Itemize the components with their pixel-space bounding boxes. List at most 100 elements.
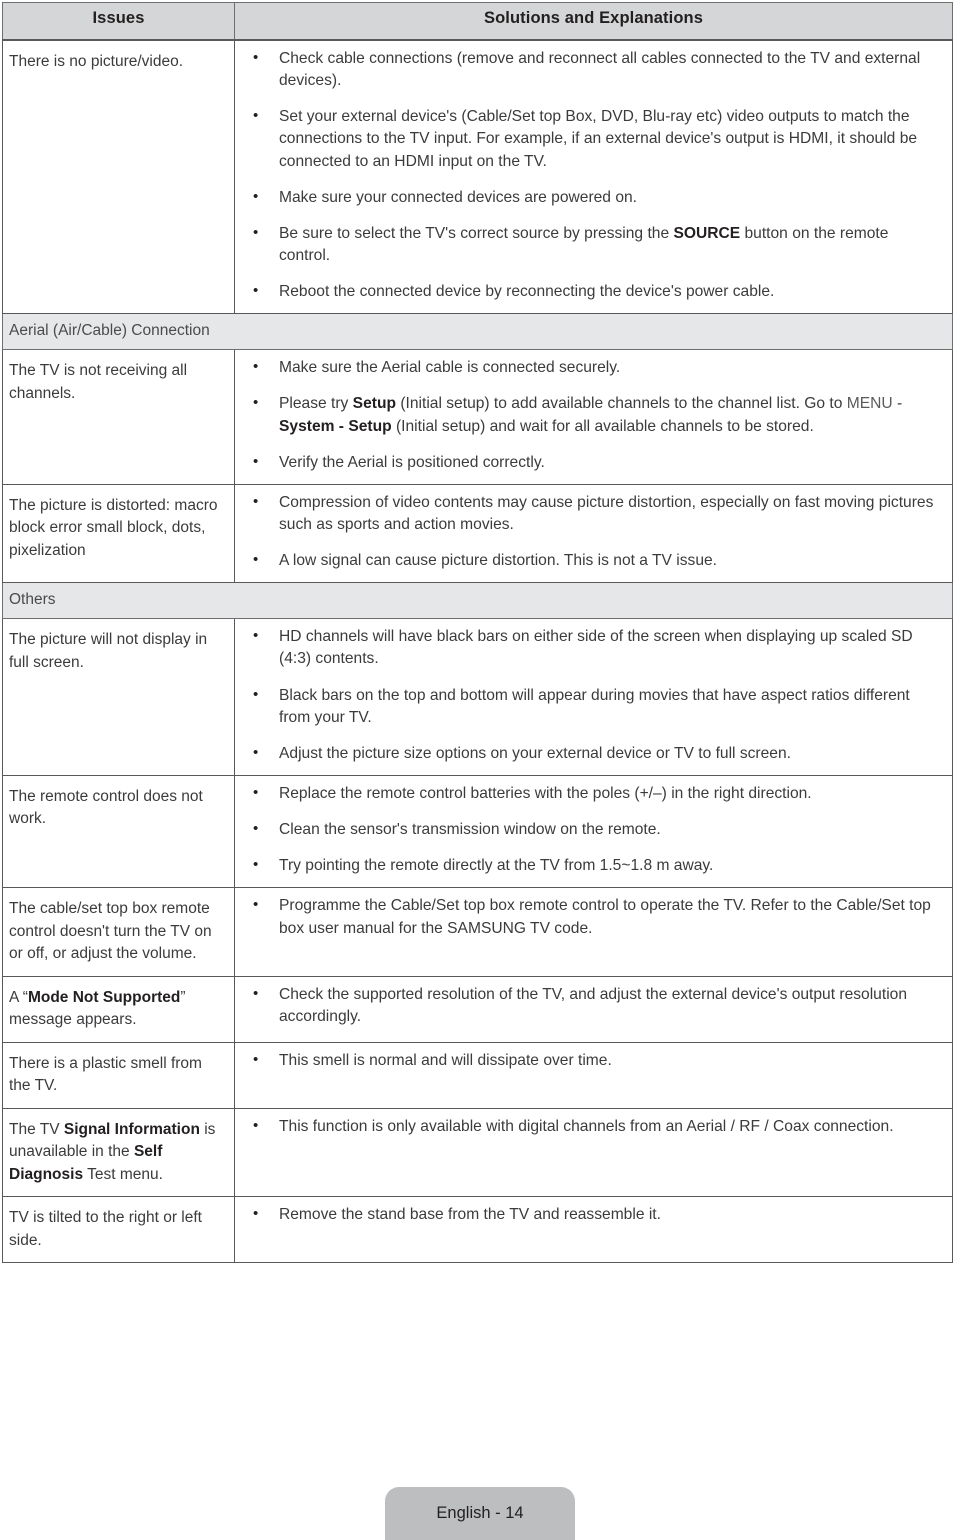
issue-text: The TV is not receiving all channels. bbox=[9, 360, 224, 405]
section-header-label: Others bbox=[2, 582, 953, 620]
solution-bullet: This smell is normal and will dissipate … bbox=[243, 1049, 940, 1072]
solution-emphasis: Setup bbox=[352, 395, 396, 413]
issue-cell: The picture is distorted: macro block er… bbox=[2, 483, 235, 584]
solution-bullet: Set your external device's (Cable/Set to… bbox=[243, 105, 940, 172]
troubleshooting-table: Issues Solutions and Explanations There is… bbox=[2, 2, 953, 1263]
issue-fragment: The cable/set top box remote control doe… bbox=[9, 900, 212, 963]
solutions-cell: This smell is normal and will dissipate … bbox=[234, 1041, 953, 1109]
solution-fragment: - bbox=[892, 395, 903, 413]
issue-fragment: The remote control does not work. bbox=[9, 787, 203, 828]
issue-cell: The TV Signal Information is unavailable… bbox=[2, 1107, 235, 1198]
table-row: A “Mode Not Supported” message appears. C… bbox=[2, 975, 953, 1043]
issue-fragment: There is a plastic smell from the TV. bbox=[9, 1054, 202, 1095]
solutions-cell: HD channels will have black bars on eith… bbox=[234, 618, 953, 776]
issue-fragment: The picture will not display in full scr… bbox=[9, 631, 208, 671]
issue-text: There is no picture/video. bbox=[9, 51, 224, 73]
solution-bullet: Programme the Cable/Set top box remote c… bbox=[243, 894, 940, 939]
issue-cell: The cable/set top box remote control doe… bbox=[2, 887, 235, 977]
table-row: There is a plastic smell from the TV. Thi… bbox=[2, 1041, 953, 1109]
issue-text: The remote control does not work. bbox=[9, 786, 224, 831]
table-row: The remote control does not work. Replace… bbox=[2, 774, 953, 889]
issue-text: The TV Signal Information is unavailable… bbox=[9, 1119, 224, 1186]
issue-fragment: The TV is not receiving all channels. bbox=[9, 362, 188, 402]
issue-cell: The picture will not display in full scr… bbox=[2, 618, 235, 776]
solution-bullet: Adjust the picture size options on your … bbox=[243, 742, 940, 765]
issue-cell: The remote control does not work. bbox=[2, 774, 235, 889]
issue-fragment: There is no picture/video. bbox=[9, 53, 184, 70]
table-body: Issues Solutions and Explanations There is… bbox=[2, 2, 953, 1263]
table-row: TV is tilted to the right or left side. R… bbox=[2, 1196, 953, 1263]
solution-fragment: Be sure to select the TV's correct sourc… bbox=[279, 224, 674, 242]
solution-fragment: Remove the stand base from the TV and re… bbox=[279, 1206, 661, 1224]
solution-bullet: Be sure to select the TV's correct sourc… bbox=[243, 222, 940, 267]
solution-fragment: Make sure your connected devices are pow… bbox=[279, 188, 637, 206]
solution-fragment: Make sure the Aerial cable is connected … bbox=[279, 359, 621, 377]
solution-fragment: (Initial setup) to add available channel… bbox=[396, 395, 847, 413]
solution-emphasis: System - Setup bbox=[279, 417, 392, 435]
solution-fragment: A low signal can cause picture distortio… bbox=[279, 552, 718, 570]
table-row: The picture will not display in full scr… bbox=[2, 618, 953, 776]
solutions-list: Check cable connections (remove and reco… bbox=[243, 47, 940, 303]
solution-bullet: Compression of video contents may cause … bbox=[243, 491, 940, 536]
section-header-row: Others bbox=[2, 582, 953, 620]
solutions-list: This smell is normal and will dissipate … bbox=[243, 1049, 940, 1072]
issue-text: There is a plastic smell from the TV. bbox=[9, 1053, 224, 1098]
column-header-issues: Issues bbox=[2, 2, 235, 41]
solution-fragment: Reboot the connected device by reconnect… bbox=[279, 283, 775, 301]
issue-text: The picture is distorted: macro block er… bbox=[9, 495, 224, 562]
document-page: Issues Solutions and Explanations There is… bbox=[0, 0, 960, 1540]
solutions-list: Programme the Cable/Set top box remote c… bbox=[243, 894, 940, 939]
solution-bullet: Replace the remote control batteries wit… bbox=[243, 782, 940, 805]
solution-fragment: Replace the remote control batteries wit… bbox=[279, 784, 812, 802]
solutions-list: Check the supported resolution of the TV… bbox=[243, 983, 940, 1028]
solutions-list: This function is only available with dig… bbox=[243, 1115, 940, 1138]
table-row: The TV is not receiving all channels. Mak… bbox=[2, 349, 953, 485]
solution-bullet: Make sure the Aerial cable is connected … bbox=[243, 356, 940, 379]
solution-bullet: HD channels will have black bars on eith… bbox=[243, 625, 940, 670]
solution-bullet: A low signal can cause picture distortio… bbox=[243, 549, 940, 572]
solutions-list: Make sure the Aerial cable is connected … bbox=[243, 356, 940, 474]
solution-bullet: Reboot the connected device by reconnect… bbox=[243, 280, 940, 303]
solution-fragment: Check cable connections (remove and reco… bbox=[279, 50, 921, 90]
solutions-cell: Compression of video contents may cause … bbox=[234, 483, 953, 584]
issue-cell: A “Mode Not Supported” message appears. bbox=[2, 975, 235, 1043]
section-header-label: Aerial (Air/Cable) Connection bbox=[2, 313, 953, 351]
solutions-cell: Replace the remote control batteries wit… bbox=[234, 774, 953, 889]
solutions-list: Compression of video contents may cause … bbox=[243, 491, 940, 572]
solution-bullet: Verify the Aerial is positioned correctl… bbox=[243, 451, 940, 474]
solution-bullet: Check cable connections (remove and reco… bbox=[243, 47, 940, 92]
solutions-cell: Remove the stand base from the TV and re… bbox=[234, 1196, 953, 1263]
solutions-list: Remove the stand base from the TV and re… bbox=[243, 1203, 940, 1226]
solution-bullet: Black bars on the top and bottom will ap… bbox=[243, 684, 940, 729]
solutions-cell: This function is only available with dig… bbox=[234, 1107, 953, 1198]
issue-text: The picture will not display in full scr… bbox=[9, 629, 224, 674]
solution-fragment: Black bars on the top and bottom will ap… bbox=[279, 686, 910, 726]
solution-bullet: Check the supported resolution of the TV… bbox=[243, 983, 940, 1028]
section-header-row: Aerial (Air/Cable) Connection bbox=[2, 313, 953, 351]
issue-text: The cable/set top box remote control doe… bbox=[9, 898, 224, 965]
solutions-cell: Check the supported resolution of the TV… bbox=[234, 975, 953, 1043]
solution-bullet: Please try Setup (Initial setup) to add … bbox=[243, 392, 940, 437]
solution-fragment: Clean the sensor's transmission window o… bbox=[279, 821, 661, 839]
issue-fragment: Test menu. bbox=[83, 1165, 163, 1183]
solution-fragment: Adjust the picture size options on your … bbox=[279, 744, 791, 762]
solution-menu-token: MENU bbox=[846, 395, 893, 413]
issue-emphasis: Signal Information bbox=[63, 1120, 200, 1138]
issue-fragment: A “ bbox=[9, 988, 28, 1006]
table-header-row: Issues Solutions and Explanations bbox=[2, 2, 953, 41]
solution-fragment: Compression of video contents may cause … bbox=[279, 493, 934, 533]
table-row: There is no picture/video. Check cable co… bbox=[2, 39, 953, 315]
solution-bullet: Clean the sensor's transmission window o… bbox=[243, 818, 940, 841]
solution-bullet: Try pointing the remote directly at the … bbox=[243, 854, 940, 877]
solutions-cell: Make sure the Aerial cable is connected … bbox=[234, 349, 953, 485]
solution-fragment: Set your external device's (Cable/Set to… bbox=[279, 108, 918, 170]
issue-cell: There is no picture/video. bbox=[2, 39, 235, 315]
solution-bullet: This function is only available with dig… bbox=[243, 1115, 940, 1138]
solution-fragment: Check the supported resolution of the TV… bbox=[279, 985, 907, 1025]
solution-fragment: Verify the Aerial is positioned correctl… bbox=[279, 453, 545, 471]
solutions-list: HD channels will have black bars on eith… bbox=[243, 625, 940, 765]
solution-fragment: Try pointing the remote directly at the … bbox=[279, 857, 714, 875]
solution-fragment: This function is only available with dig… bbox=[279, 1117, 894, 1135]
solutions-cell: Check cable connections (remove and reco… bbox=[234, 39, 953, 315]
page-number-label: English - 14 bbox=[436, 1504, 524, 1522]
